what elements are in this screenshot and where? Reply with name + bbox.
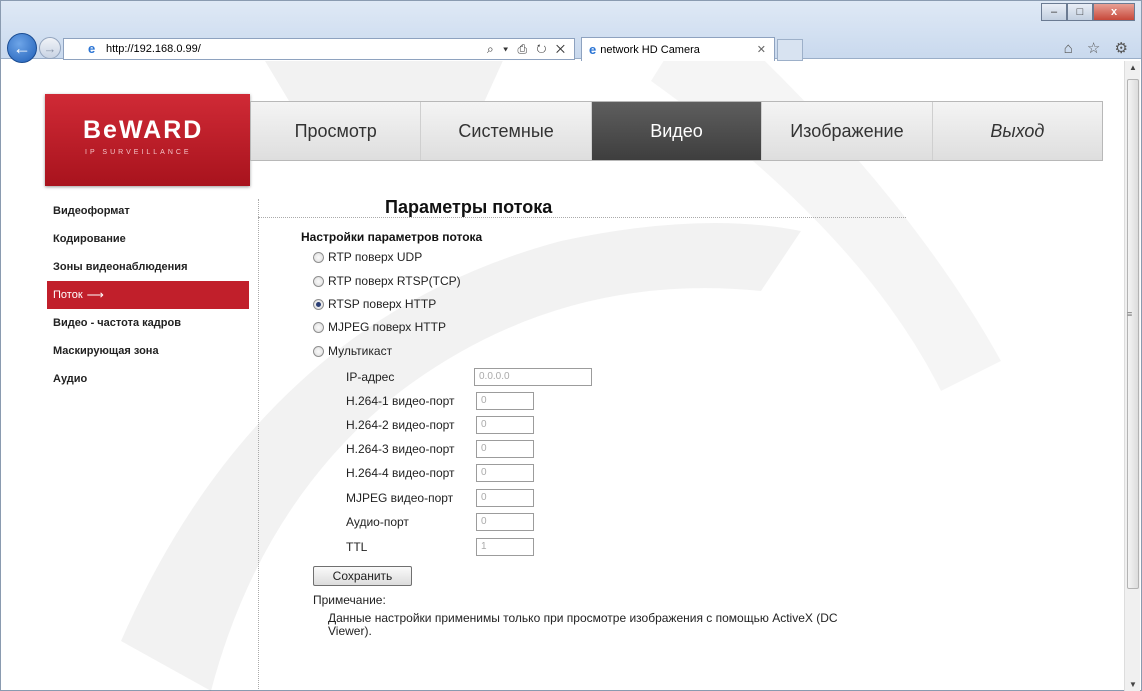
logo-subtitle: IP SURVEILLANCE [85, 149, 192, 156]
radio-icon[interactable] [313, 345, 324, 357]
tab-title: network HD Camera [600, 43, 700, 56]
page-content: BeWARD IP SURVEILLANCE Просмотр Системны… [1, 61, 1123, 691]
address-tools-icons[interactable]: ⌕ ▾ ⎙ ↻ ✕ [487, 42, 568, 57]
window-controls: – □ x [1041, 3, 1135, 21]
h264-1-port-field[interactable]: 0 [476, 392, 534, 410]
h264-1-port-label: H.264-1 видео-порт [346, 394, 455, 408]
h264-2-port-field[interactable]: 0 [476, 416, 534, 434]
ip-address-field[interactable]: 0.0.0.0 [474, 368, 592, 386]
h264-2-port-label: H.264-2 видео-порт [346, 418, 455, 432]
option-label: RTP поверх UDP [328, 250, 423, 264]
option-label: MJPEG поверх HTTP [328, 320, 446, 334]
note-text: Данные настройки применимы только при пр… [328, 611, 838, 638]
maximize-button[interactable]: □ [1067, 3, 1093, 21]
logo-brand: BeWARD [83, 116, 204, 144]
radio-selected-icon[interactable] [313, 298, 324, 310]
radio-icon[interactable] [313, 251, 324, 263]
menu-view[interactable]: Просмотр [251, 102, 422, 160]
close-window-button[interactable]: x [1093, 3, 1135, 21]
toolbar-icons[interactable]: ⌂ ☆ ⚙ [1064, 39, 1133, 57]
note-label: Примечание: [313, 593, 386, 607]
arrow-right-icon: ⟶ [86, 288, 104, 302]
save-button[interactable]: Сохранить [313, 566, 412, 586]
title-divider [258, 217, 906, 218]
new-tab-button[interactable] [777, 39, 803, 61]
scroll-down-icon[interactable]: ▼ [1125, 680, 1141, 689]
h264-4-port-label: H.264-4 видео-порт [346, 466, 455, 480]
scroll-thumb[interactable] [1127, 79, 1139, 589]
ie-page-icon: e [88, 41, 96, 56]
option-mjpeg-http[interactable]: MJPEG поверх HTTP [313, 320, 446, 334]
forward-arrow-icon: → [43, 40, 57, 56]
address-url: http://192.168.0.99/ [106, 43, 201, 55]
audio-port-field[interactable]: 0 [476, 513, 534, 531]
menu-video[interactable]: Видео [591, 102, 763, 160]
audio-port-label: Аудио-порт [346, 515, 409, 529]
sidebar-item-videoformat[interactable]: Видеоформат [47, 197, 249, 225]
beward-logo: BeWARD IP SURVEILLANCE [45, 94, 250, 186]
mjpeg-port-field[interactable]: 0 [476, 489, 534, 507]
menu-exit[interactable]: Выход [933, 102, 1102, 160]
sidebar-item-zones[interactable]: Зоны видеонаблюдения [47, 253, 249, 281]
radio-icon[interactable] [313, 321, 324, 333]
menu-system[interactable]: Системные [421, 102, 592, 160]
radio-icon[interactable] [313, 275, 324, 287]
browser-tab[interactable]: e network HD Camera ✕ [581, 37, 775, 61]
option-rtsp-http[interactable]: RTSP поверх HTTP [313, 297, 436, 311]
option-rtp-rtsp[interactable]: RTP поверх RTSP(TCP) [313, 274, 461, 288]
forward-button[interactable]: → [39, 37, 61, 59]
h264-4-port-field[interactable]: 0 [476, 464, 534, 482]
h264-3-port-label: H.264-3 видео-порт [346, 442, 455, 456]
sidebar-item-mask[interactable]: Маскирующая зона [47, 337, 249, 365]
content-divider [258, 199, 259, 689]
sidebar-item-stream[interactable]: Поток ⟶ [47, 281, 249, 309]
page-title: Параметры потока [385, 197, 553, 217]
sidebar-item-label: Поток [53, 289, 83, 301]
menu-image[interactable]: Изображение [762, 102, 933, 160]
section-title: Настройки параметров потока [301, 230, 483, 244]
close-tab-icon[interactable]: ✕ [757, 43, 766, 56]
browser-window: – □ x ← → e http://192.168.0.99/ ⌕ ▾ ⎙ ↻… [0, 0, 1142, 691]
option-label: RTP поверх RTSP(TCP) [328, 274, 461, 288]
mjpeg-port-label: MJPEG видео-порт [346, 491, 454, 505]
main-menu: Просмотр Системные Видео Изображение Вых… [250, 101, 1103, 161]
scroll-up-icon[interactable]: ▲ [1125, 63, 1141, 72]
ip-address-label: IP-адрес [346, 370, 395, 384]
ttl-field[interactable]: 1 [476, 538, 534, 556]
option-label: Мультикаст [328, 344, 393, 358]
ttl-label: TTL [346, 540, 368, 554]
scroll-grip-icon: ≡ [1127, 309, 1133, 319]
browser-toolbar: – □ x ← → e http://192.168.0.99/ ⌕ ▾ ⎙ ↻… [1, 1, 1141, 63]
address-bar[interactable]: e http://192.168.0.99/ ⌕ ▾ ⎙ ↻ ✕ [63, 38, 575, 60]
option-label: RTSP поверх HTTP [328, 297, 437, 311]
sidebar-item-framerate[interactable]: Видео - частота кадров [47, 309, 249, 337]
back-button[interactable]: ← [7, 33, 37, 63]
option-multicast[interactable]: Мультикаст [313, 344, 392, 358]
h264-3-port-field[interactable]: 0 [476, 440, 534, 458]
sidebar-item-encoding[interactable]: Кодирование [47, 225, 249, 253]
tab-ie-icon: e [589, 42, 597, 57]
sidebar-item-audio[interactable]: Аудио [47, 365, 249, 393]
vertical-scrollbar[interactable]: ▲ ≡ ▼ [1124, 61, 1140, 691]
back-arrow-icon: ← [13, 37, 31, 58]
sidebar: Видеоформат Кодирование Зоны видеонаблюд… [47, 197, 249, 393]
option-rtp-udp[interactable]: RTP поверх UDP [313, 250, 422, 264]
minimize-button[interactable]: – [1041, 3, 1067, 21]
